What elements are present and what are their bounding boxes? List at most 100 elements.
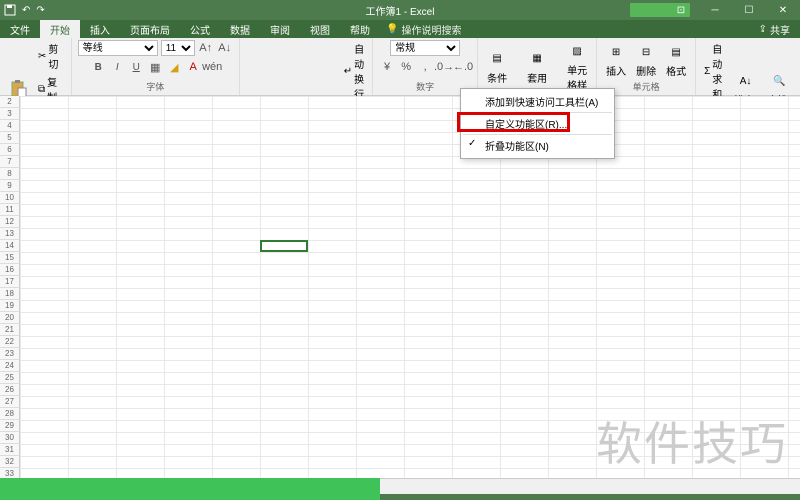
- inc-decimal-icon[interactable]: .0→: [436, 59, 452, 75]
- menu-customize-ribbon[interactable]: 自定义功能区(R)...: [463, 113, 612, 135]
- table-icon: ▦: [527, 49, 547, 69]
- tell-me[interactable]: 💡操作说明搜索: [386, 20, 461, 38]
- fill-color-button[interactable]: ◢: [166, 59, 182, 75]
- row-header[interactable]: 12: [0, 216, 20, 228]
- copy-icon: ⧉: [38, 84, 45, 95]
- group-clipboard: 粘贴 ✂剪切 ⧉复制 🖌格式刷 剪贴板: [0, 38, 72, 95]
- save-icon[interactable]: [4, 4, 16, 16]
- row-header[interactable]: 29: [0, 420, 20, 432]
- insert-cells-button[interactable]: ⊞插入: [603, 41, 629, 79]
- row-header[interactable]: 18: [0, 288, 20, 300]
- format-icon: ▤: [666, 42, 686, 62]
- row-header[interactable]: 31: [0, 444, 20, 456]
- row-header[interactable]: 8: [0, 168, 20, 180]
- row-header[interactable]: 10: [0, 192, 20, 204]
- tab-insert[interactable]: 插入: [80, 20, 120, 38]
- row-header[interactable]: 7: [0, 156, 20, 168]
- minimize-icon[interactable]: ─: [698, 0, 732, 20]
- number-format-select[interactable]: 常规: [390, 40, 460, 56]
- delete-icon: ⊟: [636, 42, 656, 62]
- row-header[interactable]: 14: [0, 240, 20, 252]
- tab-view[interactable]: 视图: [300, 20, 340, 38]
- autosum-button[interactable]: Σ自动求和: [702, 40, 727, 102]
- tab-help[interactable]: 帮助: [340, 20, 380, 38]
- percent-icon[interactable]: %: [398, 59, 414, 75]
- row-header[interactable]: 19: [0, 300, 20, 312]
- tab-formulas[interactable]: 公式: [180, 20, 220, 38]
- tab-data[interactable]: 数据: [220, 20, 260, 38]
- row-header[interactable]: 20: [0, 312, 20, 324]
- row-header[interactable]: 30: [0, 432, 20, 444]
- row-header[interactable]: 2: [0, 96, 20, 108]
- cell-style-icon: ▨: [567, 41, 587, 61]
- ribbon-context-menu: 添加到快速访问工具栏(A) 自定义功能区(R)... ✓折叠功能区(N): [460, 88, 615, 159]
- ribbon-tabs: 文件 开始 插入 页面布局 公式 数据 审阅 视图 帮助 💡操作说明搜索 ⇪共享: [0, 20, 800, 38]
- redo-icon[interactable]: ↷: [36, 5, 44, 16]
- row-header[interactable]: 15: [0, 252, 20, 264]
- row-header[interactable]: 28: [0, 408, 20, 420]
- increase-font-icon[interactable]: A↑: [198, 40, 214, 56]
- find-icon: 🔍: [769, 71, 789, 91]
- dec-decimal-icon[interactable]: ←.0: [455, 59, 471, 75]
- decrease-font-icon[interactable]: A↓: [217, 40, 233, 56]
- wrap-text-button[interactable]: ↵自动换行: [342, 40, 366, 102]
- ribbon-options-icon[interactable]: ⊡: [664, 0, 698, 20]
- row-header[interactable]: 24: [0, 360, 20, 372]
- tab-home[interactable]: 开始: [40, 20, 80, 38]
- close-icon[interactable]: ✕: [766, 0, 800, 20]
- border-button[interactable]: ▦: [147, 59, 163, 75]
- row-header[interactable]: 23: [0, 348, 20, 360]
- group-font: 等线 11 A↑ A↓ B I U ▦ ◢ A wén 字体: [72, 38, 240, 95]
- row-header[interactable]: 5: [0, 132, 20, 144]
- font-name-select[interactable]: 等线: [78, 40, 158, 56]
- watermark-text: 软件技巧: [596, 408, 788, 474]
- font-color-button[interactable]: A: [185, 59, 201, 75]
- cut-button[interactable]: ✂剪切: [36, 40, 65, 72]
- check-icon: ✓: [468, 138, 476, 149]
- share-button[interactable]: ⇪共享: [749, 20, 800, 38]
- group-cells: ⊞插入 ⊟删除 ▤格式 单元格: [597, 38, 696, 95]
- currency-icon[interactable]: ¥: [379, 59, 395, 75]
- wrap-icon: ↵: [344, 66, 352, 77]
- group-alignment: ⊤ ≡ ⊥ ⟲ ≡ ≡ ≡ ⇤ ⇥ ↵自动换行 ⊟合并后居中 对齐方式: [240, 38, 373, 95]
- phonetic-button[interactable]: wén: [204, 59, 220, 75]
- active-cell[interactable]: [260, 240, 308, 252]
- underline-button[interactable]: U: [128, 59, 144, 75]
- delete-cells-button[interactable]: ⊟删除: [633, 41, 659, 79]
- row-header[interactable]: 16: [0, 264, 20, 276]
- maximize-icon[interactable]: ☐: [732, 0, 766, 20]
- comma-icon[interactable]: ,: [417, 59, 433, 75]
- row-header[interactable]: 13: [0, 228, 20, 240]
- sort-icon: A↓: [736, 71, 756, 91]
- row-header[interactable]: 32: [0, 456, 20, 468]
- row-header[interactable]: 21: [0, 324, 20, 336]
- undo-icon[interactable]: ↶: [22, 5, 30, 16]
- menu-collapse-ribbon[interactable]: ✓折叠功能区(N): [463, 135, 612, 156]
- group-number: 常规 ¥ % , .0→ ←.0 数字: [373, 38, 478, 95]
- tab-layout[interactable]: 页面布局: [120, 20, 180, 38]
- row-header[interactable]: 27: [0, 396, 20, 408]
- row-header[interactable]: 11: [0, 204, 20, 216]
- scissors-icon: ✂: [38, 51, 46, 62]
- row-header[interactable]: 9: [0, 180, 20, 192]
- window-title: 工作簿1 - Excel: [366, 3, 435, 18]
- group-editing: Σ自动求和 ▾填充 ◇清除 A↓排序和筛选 🔍查找和选择 编辑: [696, 38, 800, 95]
- row-header[interactable]: 17: [0, 276, 20, 288]
- row-header[interactable]: 3: [0, 108, 20, 120]
- italic-button[interactable]: I: [109, 59, 125, 75]
- overlay-bar: [0, 478, 380, 500]
- row-header[interactable]: 33: [0, 468, 20, 478]
- row-header[interactable]: 6: [0, 144, 20, 156]
- format-cells-button[interactable]: ▤格式: [663, 41, 689, 79]
- bold-button[interactable]: B: [90, 59, 106, 75]
- sigma-icon: Σ: [704, 66, 710, 77]
- row-header[interactable]: 25: [0, 372, 20, 384]
- row-header[interactable]: 26: [0, 384, 20, 396]
- font-size-select[interactable]: 11: [161, 40, 195, 56]
- row-header[interactable]: 4: [0, 120, 20, 132]
- row-header[interactable]: 22: [0, 336, 20, 348]
- group-styles: ▤条件格式 ▦套用 表格格式 ▨单元格样式 样式: [478, 38, 597, 95]
- tab-file[interactable]: 文件: [0, 20, 40, 38]
- tab-review[interactable]: 审阅: [260, 20, 300, 38]
- menu-add-qat[interactable]: 添加到快速访问工具栏(A): [463, 91, 612, 113]
